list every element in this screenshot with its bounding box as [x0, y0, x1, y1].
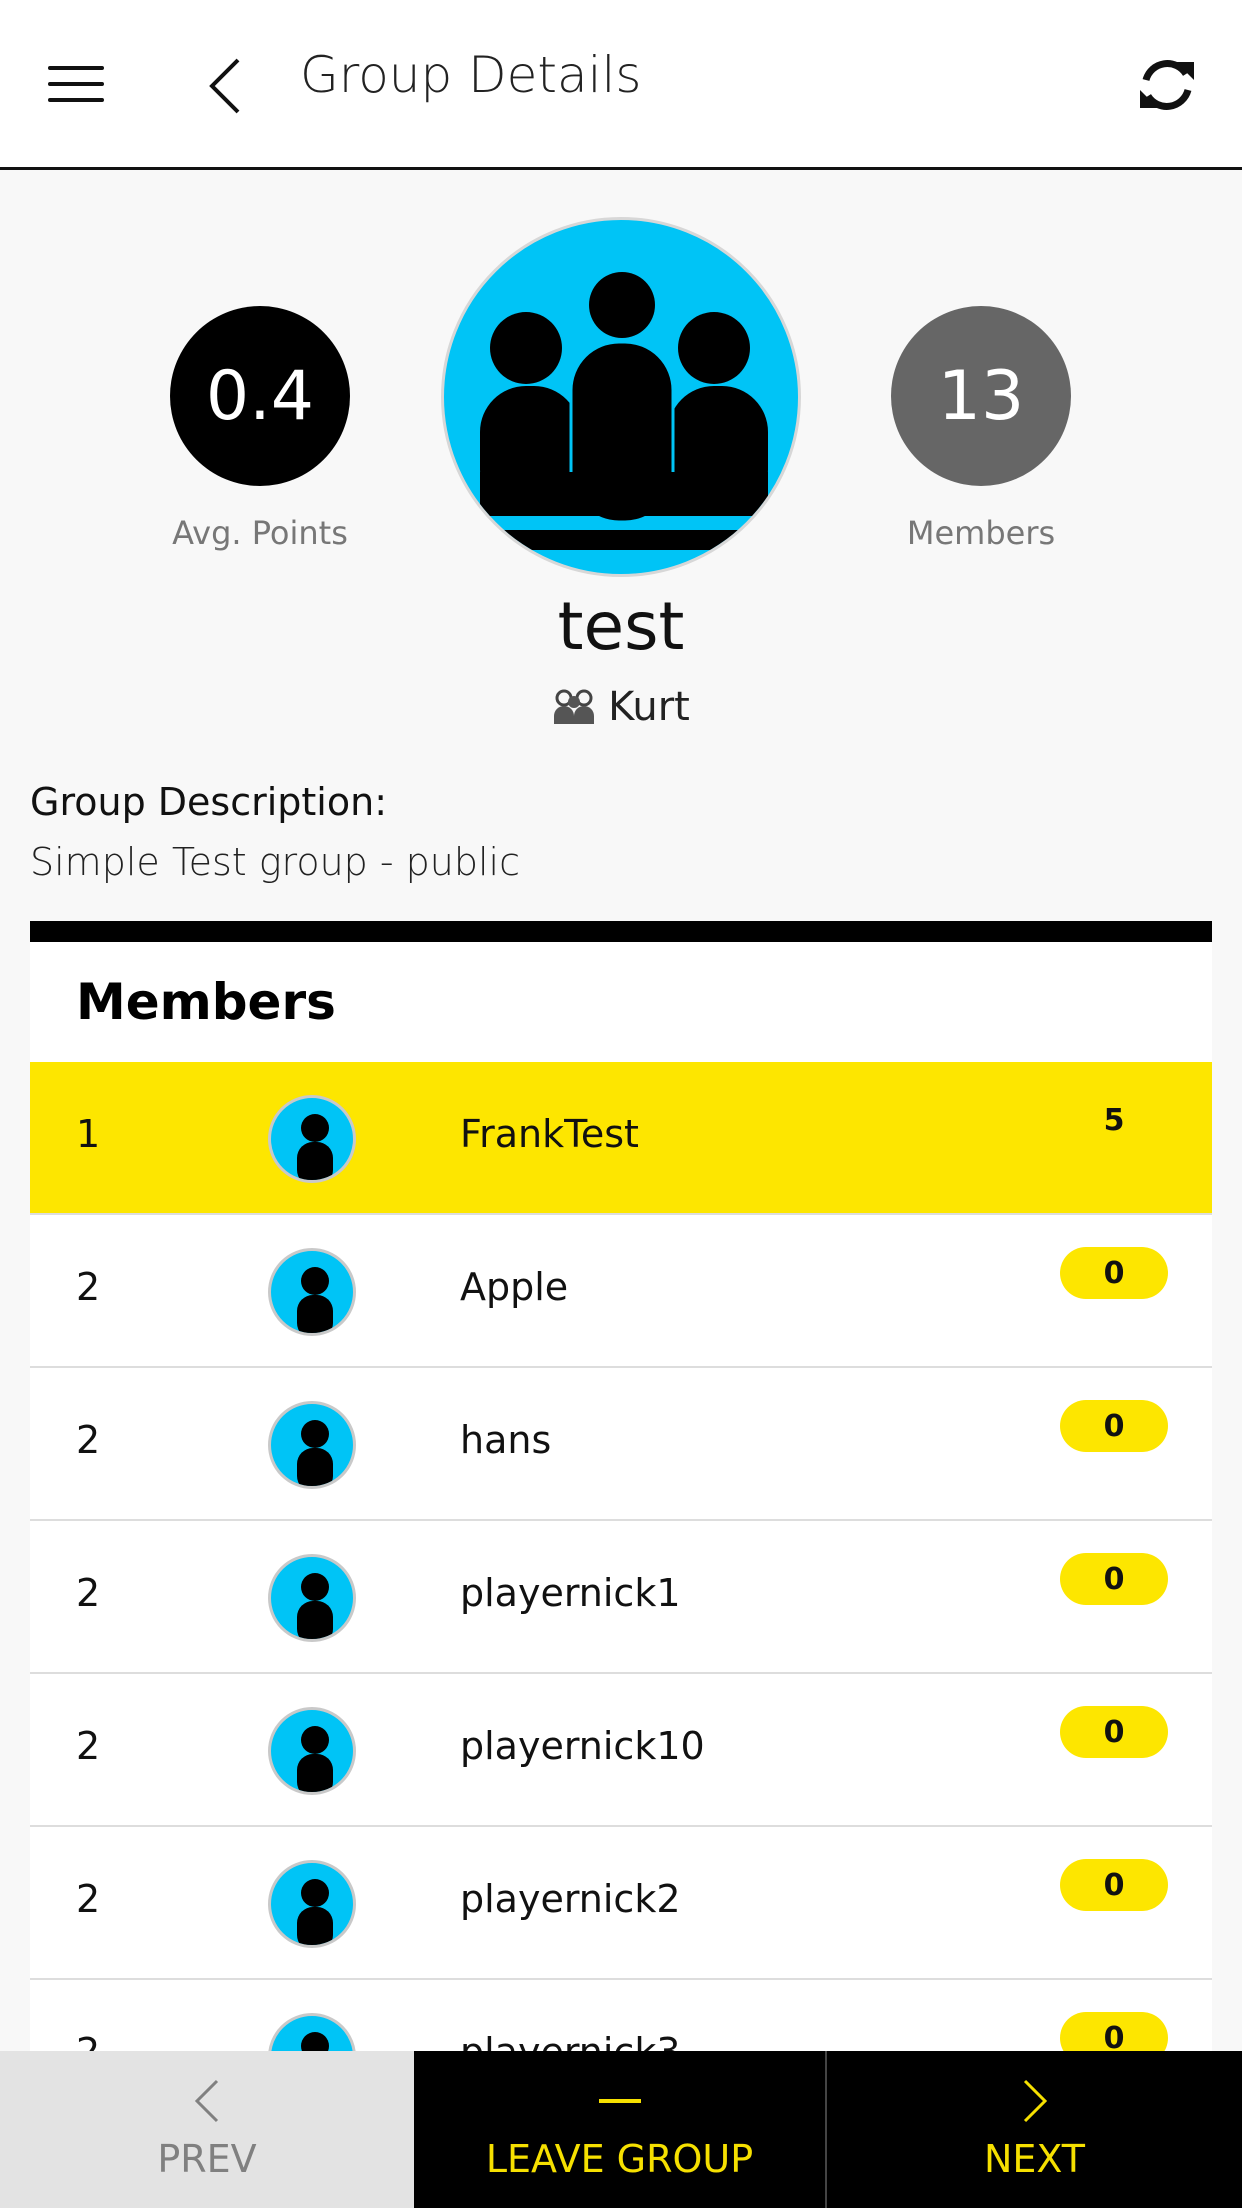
member-row[interactable]: 2 playernick1 0 [30, 1521, 1212, 1674]
member-rank: 2 [76, 1418, 101, 1462]
member-points: 5 [1060, 1094, 1168, 1146]
refresh-icon [1140, 60, 1194, 110]
member-rank: 2 [76, 1724, 101, 1768]
member-avatar [268, 1401, 356, 1489]
minus-icon [598, 2098, 641, 2103]
member-avatar [268, 1860, 356, 1948]
member-name: playernick10 [460, 1724, 705, 1768]
members-label: Members [906, 514, 1056, 552]
next-label: NEXT [983, 2136, 1085, 2181]
member-points: 0 [1060, 2012, 1168, 2051]
member-name: playernick1 [460, 1571, 681, 1615]
user-icon [297, 1573, 333, 1639]
prev-label: PREV [157, 2136, 257, 2181]
user-icon [297, 1267, 333, 1333]
back-button[interactable] [204, 56, 248, 116]
member-row[interactable]: 1 FrankTest 5 [30, 1062, 1212, 1215]
member-row[interactable]: 2 playernick3 0 [30, 1980, 1212, 2051]
member-name: playernick3 [460, 2030, 681, 2051]
member-avatar [268, 1095, 356, 1183]
back-chevron-icon [209, 58, 240, 114]
refresh-button[interactable] [1136, 54, 1198, 116]
prev-button[interactable]: PREV [0, 2051, 414, 2208]
description-label: Group Description: [30, 780, 387, 824]
member-name: playernick2 [460, 1877, 681, 1921]
chevron-right-icon [1023, 2079, 1047, 2122]
member-rank: 2 [76, 2030, 100, 2051]
group-icon [444, 269, 798, 550]
avg-points-value: 0.4 [170, 306, 350, 486]
member-row[interactable]: 2 Apple 0 [30, 1215, 1212, 1368]
chevron-left-icon [194, 2079, 219, 2122]
user-icon [301, 2032, 329, 2051]
user-icon [297, 1726, 333, 1792]
page-title: Group Details [300, 46, 642, 104]
group-name: test [557, 588, 685, 665]
members-list[interactable]: Members 1 FrankTest 5 2 Apple 0 2 hans 0… [30, 921, 1212, 2051]
member-row[interactable]: 2 playernick2 0 [30, 1827, 1212, 1980]
group-icon [554, 689, 595, 724]
member-points: 0 [1060, 1706, 1168, 1758]
member-avatar [268, 1707, 356, 1795]
member-name: FrankTest [460, 1112, 639, 1156]
next-button[interactable]: NEXT [827, 2051, 1242, 2208]
member-points: 0 [1060, 1400, 1168, 1452]
member-points: 0 [1060, 1859, 1168, 1911]
user-icon [297, 1879, 333, 1945]
member-name: hans [460, 1418, 552, 1462]
member-avatar [268, 2013, 356, 2051]
member-rank: 2 [76, 1265, 101, 1309]
description-text: Simple Test group - public [30, 840, 520, 884]
user-icon [297, 1420, 333, 1486]
member-row[interactable]: 2 hans 0 [30, 1368, 1212, 1521]
members-title: Members [76, 973, 336, 1031]
members-stat: 13 Members [891, 306, 1071, 552]
member-rank: 2 [76, 1571, 101, 1615]
member-row[interactable]: 2 playernick10 0 [30, 1674, 1212, 1827]
user-icon [297, 1114, 333, 1180]
owner-name: Kurt [608, 684, 690, 730]
group-owner: Kurt [0, 684, 1242, 730]
member-rank: 1 [76, 1112, 101, 1156]
member-avatar [268, 1554, 356, 1642]
menu-icon[interactable] [48, 62, 104, 106]
avg-points-stat: 0.4 Avg. Points [170, 306, 350, 552]
member-rank: 2 [76, 1877, 101, 1921]
member-points: 0 [1060, 1247, 1168, 1299]
app-header: Group Details [0, 0, 1242, 170]
bottom-action-bar: PREV LEAVE GROUP NEXT [0, 2051, 1242, 2208]
member-name: Apple [460, 1265, 569, 1309]
leave-group-label: LEAVE GROUP [485, 2136, 754, 2181]
avg-points-label: Avg. Points [172, 514, 348, 552]
member-avatar [268, 1248, 356, 1336]
group-avatar [441, 217, 801, 577]
member-points: 0 [1060, 1553, 1168, 1605]
members-count: 13 [891, 306, 1071, 486]
leave-group-button[interactable]: LEAVE GROUP [414, 2051, 827, 2208]
